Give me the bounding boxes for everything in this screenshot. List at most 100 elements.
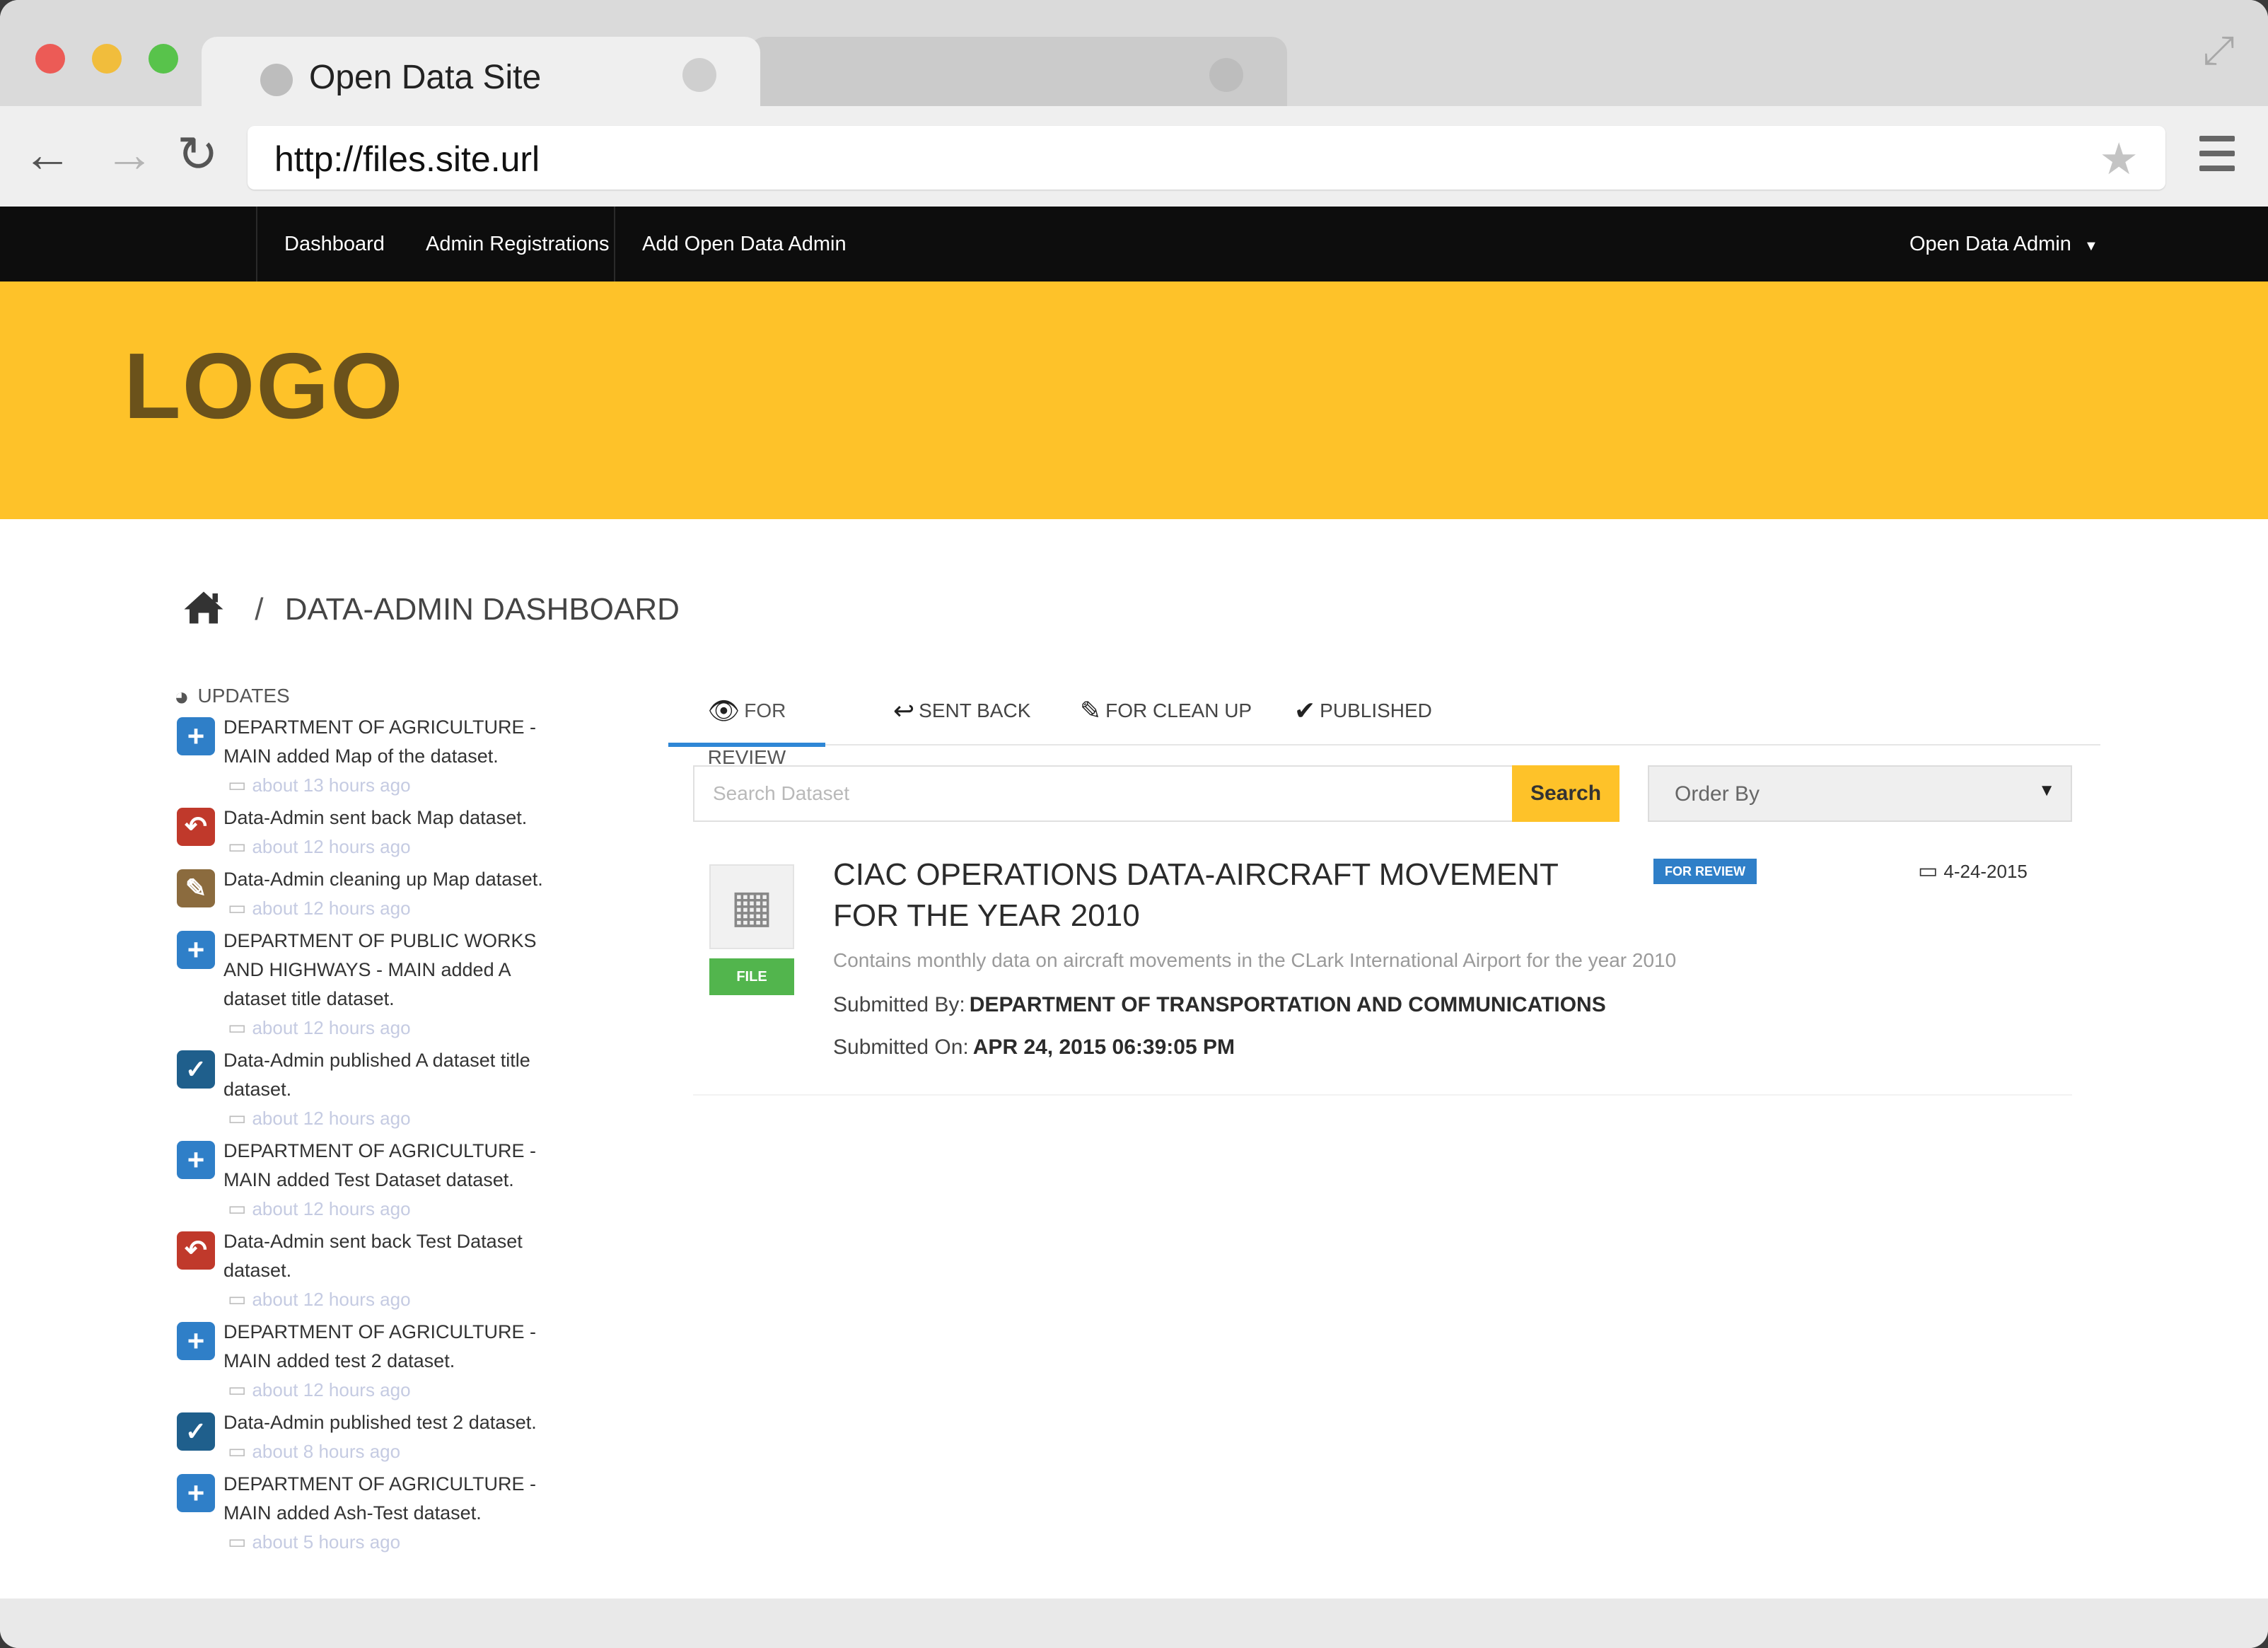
tab-close-icon[interactable] (1209, 58, 1243, 92)
updates-heading: ◕ UPDATES (174, 682, 290, 712)
update-time-value: about 12 hours ago (252, 1289, 411, 1310)
update-item: + DEPARTMENT OF AGRICULTURE - MAIN added … (177, 713, 644, 799)
minimize-window-button[interactable] (92, 44, 122, 74)
back-arrow-icon[interactable]: ← (23, 127, 72, 181)
update-time: ▭ about 12 hours ago (228, 1285, 644, 1313)
check-icon: ✓ (177, 1412, 215, 1451)
eye-icon: 👁 (707, 696, 740, 725)
select-caret-icon: ▼ (2038, 781, 2055, 800)
order-by-select[interactable]: Order By ▼ (1648, 765, 2072, 822)
plus-icon: + (177, 1141, 215, 1179)
update-time-value: about 12 hours ago (252, 1108, 411, 1129)
update-text[interactable]: Data-Admin sent back Map dataset. (223, 803, 577, 832)
breadcrumb: / DATA-ADMIN DASHBOARD (182, 588, 680, 631)
calendar-icon: ▭ (228, 1440, 247, 1462)
plus-icon: + (177, 1322, 215, 1360)
search-dataset-box (693, 765, 1513, 822)
checkmark-icon: ✔ (1294, 696, 1316, 725)
divider (693, 1094, 2072, 1096)
browser-tab-empty[interactable] (750, 37, 1287, 106)
dataset-title[interactable]: CIAC OPERATIONS DATA-AIRCRAFT MOVEMENT F… (833, 854, 1625, 936)
pencil-icon: ✎ (1080, 696, 1102, 725)
reload-icon[interactable]: ↻ (177, 127, 219, 181)
tab-sent-back[interactable]: ↩ SENT BACK (893, 687, 1030, 743)
update-text[interactable]: Data-Admin sent back Test Dataset datase… (223, 1227, 577, 1285)
update-text[interactable]: DEPARTMENT OF AGRICULTURE - MAIN added t… (223, 1318, 577, 1376)
update-text[interactable]: Data-Admin published test 2 dataset. (223, 1408, 577, 1437)
calendar-icon: ▭ (228, 1197, 247, 1219)
tab-sent-back-label: SENT BACK (919, 700, 1031, 721)
favicon-icon (260, 64, 293, 96)
file-badge[interactable]: FILE (709, 958, 794, 995)
tab-for-review[interactable]: 👁 FOR REVIEW (668, 687, 825, 768)
user-menu-dropdown[interactable]: Open Data Admin ▼ (1909, 207, 2098, 282)
check-icon: ✓ (177, 1050, 215, 1089)
search-dataset-input[interactable] (694, 767, 1512, 820)
update-item: ↶ Data-Admin sent back Test Dataset datas… (177, 1227, 644, 1313)
calendar-icon: ▭ (228, 1288, 247, 1310)
pencil-icon: ✎ (177, 869, 215, 907)
plus-icon: + (177, 1474, 215, 1512)
submitted-on-label: Submitted On: (833, 1035, 969, 1059)
forward-arrow-icon[interactable]: → (105, 127, 154, 181)
page-title: DATA-ADMIN DASHBOARD (284, 592, 680, 627)
update-text[interactable]: Data-Admin cleaning up Map dataset. (223, 865, 577, 894)
submitted-on-value: APR 24, 2015 06:39:05 PM (972, 1035, 1235, 1059)
tab-for-clean-up[interactable]: ✎ FOR CLEAN UP (1080, 687, 1252, 743)
maximize-window-button[interactable] (149, 44, 178, 74)
site-logo[interactable]: LOGO (124, 332, 405, 439)
update-time-value: about 5 hours ago (252, 1531, 401, 1553)
url-text[interactable]: http://files.site.url (274, 139, 540, 180)
address-bar[interactable]: http://files.site.url ★ (248, 126, 2165, 190)
browser-tab-active[interactable]: Open Data Site (202, 37, 760, 109)
dataset-building-icon[interactable]: ▦ (709, 864, 794, 949)
update-time-value: about 12 hours ago (252, 836, 411, 857)
calendar-icon: ▭ (228, 1107, 247, 1129)
tab-published-label: PUBLISHED (1320, 700, 1432, 721)
calendar-icon: ▭ (228, 835, 247, 857)
nav-add-open-data-admin[interactable]: Add Open Data Admin (614, 207, 873, 282)
tab-close-icon[interactable] (682, 58, 716, 92)
updates-title-label: UPDATES (197, 685, 290, 707)
update-time-value: about 8 hours ago (252, 1441, 401, 1462)
nav-dashboard[interactable]: Dashboard (256, 207, 412, 282)
submitted-on-row: Submitted On: APR 24, 2015 06:39:05 PM (833, 1035, 1235, 1060)
update-text[interactable]: DEPARTMENT OF AGRICULTURE - MAIN added A… (223, 1470, 577, 1528)
bookmark-star-icon[interactable]: ★ (2099, 133, 2139, 185)
update-time-value: about 12 hours ago (252, 1017, 411, 1038)
submitted-by-label: Submitted By: (833, 993, 965, 1016)
browser-toolbar: ← → ↻ http://files.site.url ★ (0, 106, 2268, 207)
update-text[interactable]: DEPARTMENT OF AGRICULTURE - MAIN added M… (223, 713, 577, 771)
update-time: ▭ about 13 hours ago (228, 771, 644, 799)
update-text[interactable]: DEPARTMENT OF AGRICULTURE - MAIN added T… (223, 1137, 577, 1195)
calendar-icon: ▭ (1918, 859, 1938, 883)
update-text[interactable]: Data-Admin published A dataset title dat… (223, 1046, 577, 1104)
hamburger-menu-icon[interactable] (2199, 136, 2235, 180)
update-time: ▭ about 5 hours ago (228, 1528, 644, 1556)
nav-admin-registrations[interactable]: Admin Registrations (399, 207, 636, 282)
tab-published[interactable]: ✔ PUBLISHED (1294, 687, 1432, 743)
update-time: ▭ about 12 hours ago (228, 1014, 644, 1042)
dataset-tabs: 👁 FOR REVIEW ↩ SENT BACK ✎ FOR CLEAN UP ✔ PU… (668, 687, 2100, 768)
calendar-icon: ▭ (228, 897, 247, 919)
update-item: ✓ Data-Admin published A dataset title da… (177, 1046, 644, 1132)
fullscreen-icon[interactable]: ⤢ (2203, 27, 2235, 74)
submitted-by-value: DEPARTMENT OF TRANSPORTATION AND COMMUNI… (969, 993, 1606, 1016)
update-time-value: about 12 hours ago (252, 1198, 411, 1219)
breadcrumb-separator: / (255, 592, 264, 627)
calendar-icon: ▭ (228, 774, 247, 796)
undo-icon: ↶ (177, 808, 215, 846)
tab-for-clean-up-label: FOR CLEAN UP (1105, 700, 1252, 721)
dataset-description: Contains monthly data on aircraft moveme… (833, 949, 1677, 971)
update-item: + DEPARTMENT OF AGRICULTURE - MAIN added … (177, 1137, 644, 1223)
close-window-button[interactable] (35, 44, 65, 74)
plus-icon: + (177, 931, 215, 969)
search-button[interactable]: Search (1512, 765, 1619, 822)
update-time-value: about 12 hours ago (252, 898, 411, 919)
update-time: ▭ about 12 hours ago (228, 894, 644, 922)
update-text[interactable]: DEPARTMENT OF PUBLIC WORKS AND HIGHWAYS … (223, 927, 577, 1014)
update-time: ▭ about 12 hours ago (228, 1104, 644, 1132)
update-item: + DEPARTMENT OF PUBLIC WORKS AND HIGHWAYS… (177, 927, 644, 1042)
home-icon[interactable] (182, 590, 225, 625)
update-item: + DEPARTMENT OF AGRICULTURE - MAIN added … (177, 1318, 644, 1404)
